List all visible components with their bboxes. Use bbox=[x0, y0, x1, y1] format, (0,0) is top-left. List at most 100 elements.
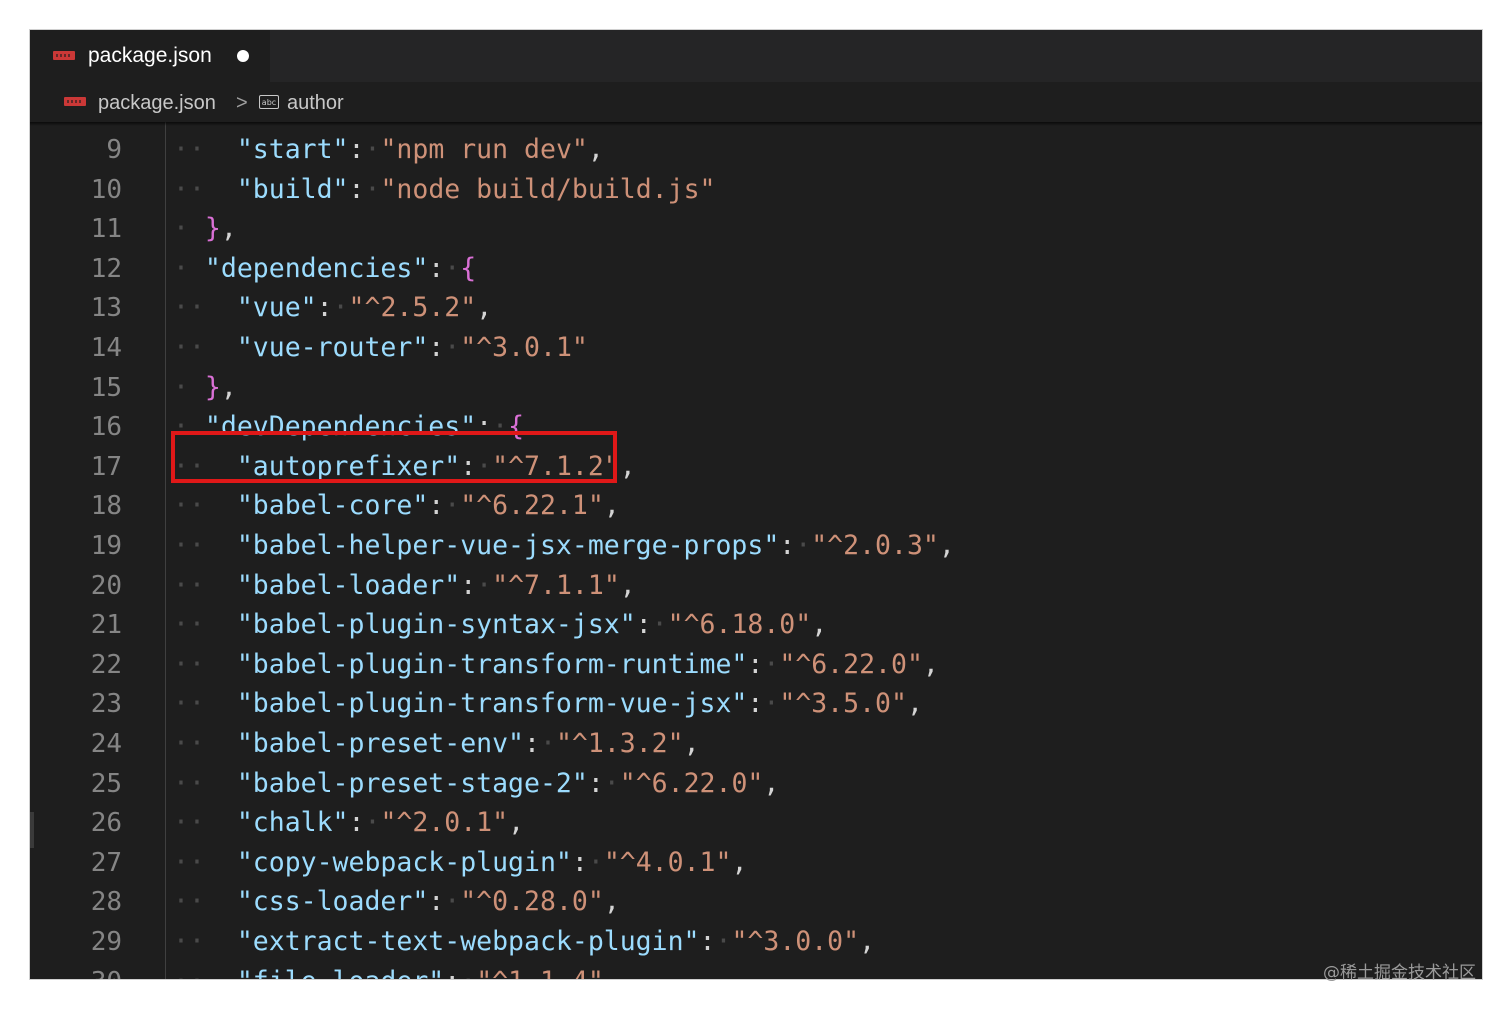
json-string-value: "^2.0.1" bbox=[380, 807, 509, 839]
json-string-value: "^6.22.0" bbox=[779, 648, 923, 680]
whitespace-marker: · bbox=[715, 926, 732, 957]
punctuation: , bbox=[683, 728, 700, 759]
npm-icon bbox=[64, 97, 86, 106]
tab-bar: package.json bbox=[30, 30, 1482, 82]
code-line[interactable]: 13 ·· "vue":·"^2.5.2", bbox=[30, 288, 1482, 328]
whitespace-marker: · bbox=[460, 966, 476, 979]
whitespace-marker: · bbox=[444, 332, 461, 363]
punctuation: , bbox=[859, 926, 876, 957]
code-text: ·· "babel-plugin-syntax-jsx":·"^6.18.0", bbox=[173, 605, 827, 645]
code-line[interactable]: 14 ·· "vue-router":·"^3.0.1" bbox=[30, 328, 1482, 368]
line-number: 14 bbox=[90, 333, 122, 363]
punctuation: , bbox=[938, 530, 955, 561]
code-text: ·· "babel-loader":·"^7.1.1", bbox=[173, 566, 636, 606]
whitespace-marker: ·· bbox=[173, 846, 237, 878]
punctuation: , bbox=[922, 648, 939, 680]
code-text: ·· "copy-webpack-plugin":·"^4.0.1", bbox=[173, 843, 747, 883]
code-line[interactable]: 24 ·· "babel-preset-env":·"^1.3.2", bbox=[30, 724, 1482, 764]
json-key: "file-loader" bbox=[237, 966, 444, 979]
punctuation: , bbox=[220, 213, 237, 245]
whitespace-marker: ·· bbox=[173, 886, 237, 918]
punctuation: : bbox=[348, 173, 365, 205]
line-number: 13 bbox=[90, 293, 122, 324]
json-string-value: "^6.22.1" bbox=[460, 490, 604, 522]
punctuation: : bbox=[428, 252, 445, 284]
json-key: "babel-preset-stage-2" bbox=[236, 767, 588, 799]
whitespace-marker: · bbox=[476, 569, 493, 601]
punctuation: : bbox=[699, 926, 716, 957]
json-string-value: "^3.0.1" bbox=[460, 332, 588, 363]
json-string-value: "^3.0.0" bbox=[731, 926, 860, 957]
punctuation: : bbox=[587, 767, 604, 799]
tab-package-json[interactable]: package.json bbox=[30, 30, 270, 82]
code-line[interactable]: 10 ·· "build":·"node build/build.js" bbox=[30, 170, 1482, 210]
code-line[interactable]: 23 ·· "babel-plugin-transform-vue-jsx":·"… bbox=[30, 684, 1482, 724]
whitespace-marker: · bbox=[587, 846, 604, 878]
whitespace-marker: ·· bbox=[173, 648, 237, 680]
unsaved-dot-icon[interactable] bbox=[237, 50, 249, 62]
whitespace-marker: ·· bbox=[173, 688, 237, 720]
whitespace-marker: ·· bbox=[173, 767, 237, 799]
punctuation: , bbox=[619, 569, 636, 601]
code-text: ·· "vue-router":·"^3.0.1" bbox=[173, 328, 588, 368]
code-line[interactable]: 20 ·· "babel-loader":·"^7.1.1", bbox=[30, 566, 1482, 606]
json-key: "babel-plugin-transform-runtime" bbox=[236, 648, 748, 680]
scroll-shadow bbox=[30, 122, 1482, 126]
code-line[interactable]: 18 ·· "babel-core":·"^6.22.1", bbox=[30, 486, 1482, 526]
editor-window: package.json package.json > abc author 9… bbox=[30, 30, 1482, 979]
code-line[interactable]: 28 ·· "css-loader":·"^0.28.0", bbox=[30, 882, 1482, 922]
line-number: 12 bbox=[90, 253, 122, 284]
code-line[interactable]: 30 ·· "file-loader":·"^1.1.4", bbox=[30, 962, 1482, 979]
punctuation: : bbox=[444, 966, 460, 979]
punctuation: : bbox=[428, 332, 445, 363]
code-line[interactable]: 12 · "dependencies":·{ bbox=[30, 249, 1482, 289]
code-line[interactable]: 11 · }, bbox=[30, 209, 1482, 249]
code-line[interactable]: 19 ·· "babel-helper-vue-jsx-merge-props":… bbox=[30, 526, 1482, 566]
code-line[interactable]: 29 ·· "extract-text-webpack-plugin":·"^3.… bbox=[30, 922, 1482, 962]
breadcrumb: package.json > abc author bbox=[30, 82, 1482, 122]
line-number: 18 bbox=[90, 491, 122, 522]
code-editor[interactable]: 9 ·· "start":·"npm run dev", 10 ·· "build":… bbox=[30, 122, 1482, 979]
code-text: ·· "babel-plugin-transform-vue-jsx":·"^3… bbox=[173, 684, 923, 724]
breadcrumb-symbol[interactable]: author bbox=[287, 89, 344, 117]
code-line[interactable]: 9 ·· "start":·"npm run dev", bbox=[30, 130, 1482, 170]
json-key: "extract-text-webpack-plugin" bbox=[236, 926, 700, 957]
json-string-value: "^2.0.3" bbox=[811, 530, 939, 561]
code-text: · "dependencies":·{ bbox=[173, 249, 476, 289]
punctuation: , bbox=[508, 807, 525, 839]
npm-icon bbox=[53, 51, 75, 60]
whitespace-marker: ·· bbox=[173, 728, 237, 759]
code-line[interactable]: 15 · }, bbox=[30, 368, 1482, 408]
whitespace-marker: ·· bbox=[173, 134, 237, 165]
code-line[interactable]: 27 ·· "copy-webpack-plugin":·"^4.0.1", bbox=[30, 843, 1482, 883]
code-line[interactable]: 26 ·· "chalk":·"^2.0.1", bbox=[30, 803, 1482, 843]
whitespace-marker: · bbox=[332, 292, 349, 324]
punctuation: : bbox=[571, 846, 588, 878]
brace: { bbox=[460, 252, 477, 284]
breadcrumb-file[interactable]: package.json bbox=[98, 89, 216, 117]
json-key: "vue" bbox=[236, 292, 317, 324]
code-line[interactable]: 22 ·· "babel-plugin-transform-runtime":·"… bbox=[30, 645, 1482, 685]
line-number: 21 bbox=[90, 610, 122, 641]
code-text: · }, bbox=[173, 368, 237, 408]
punctuation: , bbox=[587, 134, 604, 165]
whitespace-marker: · bbox=[651, 609, 668, 641]
json-string-value: "^6.18.0" bbox=[667, 609, 812, 641]
line-number: 27 bbox=[90, 847, 122, 878]
code-line[interactable]: 25 ·· "babel-preset-stage-2":·"^6.22.0", bbox=[30, 764, 1482, 804]
whitespace-marker: · bbox=[795, 530, 812, 561]
code-line[interactable]: 21 ·· "babel-plugin-syntax-jsx":·"^6.18.0… bbox=[30, 605, 1482, 645]
whitespace-marker: ·· bbox=[173, 292, 237, 324]
code-text: ·· "build":·"node build/build.js" bbox=[173, 170, 716, 210]
json-key: "babel-preset-env" bbox=[236, 728, 525, 759]
json-string-value: "^6.22.0" bbox=[619, 767, 764, 799]
whitespace-marker: · bbox=[539, 728, 556, 759]
whitespace-marker: ·· bbox=[173, 530, 237, 561]
json-key: "chalk" bbox=[236, 807, 349, 839]
whitespace-marker: · bbox=[444, 490, 461, 522]
code-text: ·· "chalk":·"^2.0.1", bbox=[173, 803, 524, 843]
punctuation: , bbox=[603, 490, 620, 522]
code-text: ·· "babel-core":·"^6.22.1", bbox=[173, 486, 620, 526]
chevron-right-icon: > bbox=[236, 92, 248, 114]
punctuation: : bbox=[747, 688, 764, 720]
